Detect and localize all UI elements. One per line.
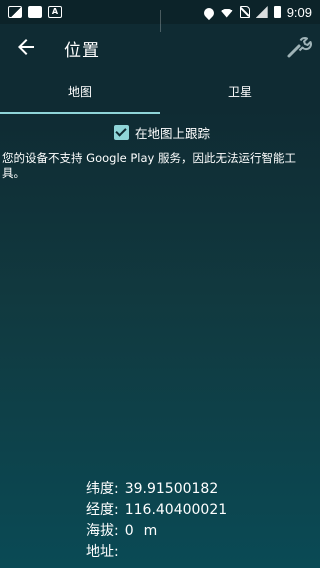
- latitude-value: 39.91500182: [124, 481, 219, 497]
- play-services-warning: 您的设备不支持 Google Play 服务，因此无法运行智能工具。: [2, 151, 297, 180]
- altitude-row: 海拔: 0 m: [86, 521, 227, 542]
- arrow-left-icon: [18, 39, 34, 55]
- page-title: 位置: [64, 41, 100, 61]
- latitude-row: 纬度: 39.91500182: [86, 479, 227, 500]
- latitude-label: 纬度:: [86, 481, 119, 497]
- tab-selected-indicator: [0, 112, 160, 114]
- follow-on-map-label: 在地图上跟踪: [135, 126, 211, 141]
- wifi-icon: [219, 6, 234, 18]
- tab-map[interactable]: 地图: [0, 72, 160, 114]
- tab-bar: 地图 卫星: [0, 72, 320, 114]
- battery-icon: [273, 6, 281, 18]
- follow-on-map-row[interactable]: 在地图上跟踪: [114, 123, 210, 142]
- tab-divider: [160, 10, 161, 32]
- longitude-row: 经度: 116.40400021: [86, 500, 227, 521]
- status-time: 9:09: [286, 4, 312, 20]
- longitude-value: 116.40400021: [124, 502, 228, 518]
- address-label: 地址:: [86, 544, 119, 560]
- location-info: 纬度: 39.91500182 经度: 116.40400021 海拔: 0 m 地址:: [86, 479, 227, 563]
- altitude-unit: m: [143, 523, 158, 539]
- follow-on-map-checkbox[interactable]: [114, 125, 129, 140]
- tools-button[interactable]: [286, 34, 312, 60]
- status-left-icons: A: [8, 6, 62, 18]
- status-right-icons: 9:09: [201, 4, 312, 21]
- altitude-value: 0: [124, 523, 134, 539]
- address-row: 地址:: [86, 542, 227, 563]
- image-icon: [8, 6, 22, 18]
- a-icon: A: [48, 6, 62, 18]
- tab-satellite[interactable]: 卫星: [160, 72, 320, 114]
- signal-icon: [255, 6, 268, 18]
- longitude-label: 经度:: [86, 502, 119, 518]
- back-button[interactable]: [14, 35, 38, 59]
- wrench-icon: [287, 37, 312, 58]
- altitude-label: 海拔:: [86, 523, 119, 539]
- no-sim-icon: [239, 6, 250, 18]
- location-icon: [201, 5, 216, 21]
- square-icon: [28, 6, 42, 18]
